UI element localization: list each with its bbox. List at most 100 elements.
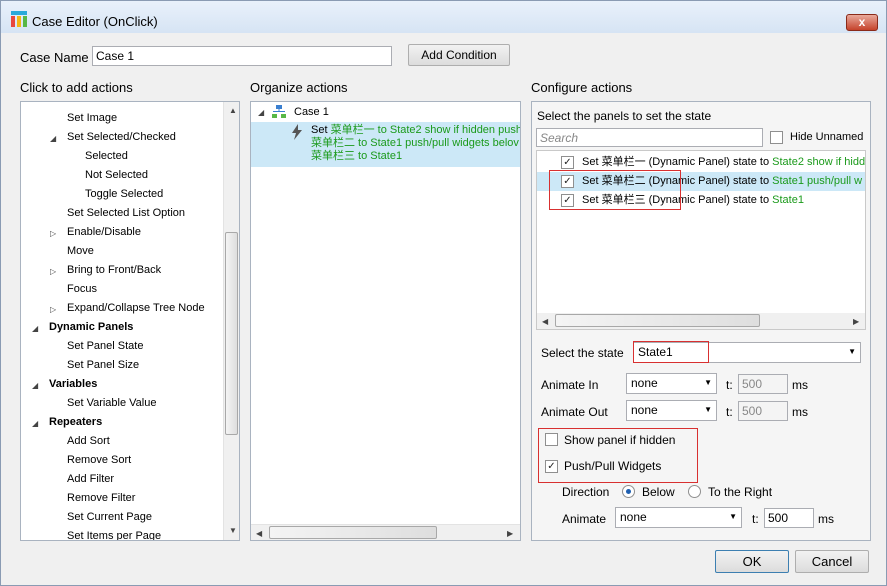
action-item[interactable]: Set Text <box>67 102 107 109</box>
configure-actions-panel: Select the panels to set the state Searc… <box>531 101 871 541</box>
action-item[interactable]: Selected <box>85 147 128 166</box>
action-item[interactable]: Set Image <box>67 109 117 128</box>
expand-triangle-icon[interactable]: ▷ <box>50 305 56 314</box>
scroll-left-icon[interactable]: ◀ <box>542 317 548 326</box>
animate-time[interactable]: 500 <box>764 508 814 528</box>
action-item[interactable]: Enable/Disable <box>67 223 141 242</box>
close-button[interactable]: x <box>846 14 878 31</box>
animate-value: none <box>620 510 647 524</box>
action-item[interactable]: Add Filter <box>67 470 114 489</box>
action-item[interactable]: Expand/Collapse Tree Node <box>67 299 205 318</box>
case-name-input[interactable]: Case 1 <box>92 46 392 66</box>
hide-unnamed-checkbox[interactable] <box>770 131 783 144</box>
collapse-triangle-icon[interactable]: ◢ <box>50 134 56 143</box>
action-tree-panel: Set TextSet Image◢Set Selected/CheckedSe… <box>20 101 240 541</box>
chevron-down-icon: ▼ <box>729 512 737 521</box>
case-node-label[interactable]: Case 1 <box>294 103 329 122</box>
scroll-thumb[interactable] <box>225 232 238 435</box>
organize-actions-panel: ◢ Case 1 Set 菜单栏一 to State2 show if hidd… <box>250 101 521 541</box>
case-name-label: Case Name <box>20 50 89 65</box>
search-input[interactable]: Search <box>536 128 763 147</box>
expand-triangle-icon[interactable]: ▷ <box>50 267 56 276</box>
t-label: t: <box>752 512 759 526</box>
direction-below-label: Below <box>642 485 675 499</box>
panel-checkbox[interactable]: ✓ <box>561 156 574 169</box>
animate-dropdown[interactable]: none ▼ <box>615 507 742 528</box>
highlight-box-panels <box>549 170 681 210</box>
t-label: t: <box>726 378 733 392</box>
action-item[interactable]: Set Panel State <box>67 337 143 356</box>
organize-hscrollbar[interactable]: ◀ ▶ <box>251 524 520 540</box>
action-item[interactable]: Focus <box>67 280 97 299</box>
animate-out-label: Animate Out <box>541 405 608 419</box>
animate-out-dropdown[interactable]: none ▼ <box>626 400 717 421</box>
direction-right-label: To the Right <box>708 485 773 499</box>
panel-set: Set <box>582 156 599 168</box>
cancel-button[interactable]: Cancel <box>795 550 869 573</box>
animate-in-label: Animate In <box>541 378 599 392</box>
scroll-up-icon[interactable]: ▲ <box>229 106 237 115</box>
action-item[interactable]: Bring to Front/Back <box>67 261 161 280</box>
highlight-box-state <box>633 341 709 363</box>
animate-in-value: none <box>631 376 658 390</box>
app-icon <box>11 11 27 27</box>
panel-state: State1 push/pull w <box>772 175 863 187</box>
panel-state: State2 show if hidd <box>772 156 866 168</box>
expand-triangle-icon[interactable]: ◢ <box>258 108 264 117</box>
expand-triangle-icon[interactable]: ▷ <box>50 229 56 238</box>
action-item[interactable]: Move <box>67 242 94 261</box>
action-item[interactable]: Repeaters <box>49 413 102 432</box>
chevron-down-icon: ▼ <box>704 378 712 387</box>
ms-label: ms <box>818 512 834 526</box>
hscroll-thumb[interactable] <box>555 314 760 327</box>
ok-button[interactable]: OK <box>715 550 789 573</box>
collapse-triangle-icon[interactable]: ◢ <box>32 381 38 390</box>
action-item[interactable]: Set Variable Value <box>67 394 156 413</box>
configure-actions-heading: Configure actions <box>531 80 633 95</box>
direction-right-radio[interactable] <box>688 485 701 498</box>
action-item[interactable]: Add Sort <box>67 432 110 451</box>
scroll-left-icon[interactable]: ◀ <box>256 529 262 538</box>
action-item[interactable]: Set Selected List Option <box>67 204 185 223</box>
lightning-icon <box>292 124 302 140</box>
selected-action-row[interactable]: Set 菜单栏一 to State2 show if hidden push 菜… <box>251 122 520 167</box>
animate-in-dropdown[interactable]: none ▼ <box>626 373 717 394</box>
action-item[interactable]: Variables <box>49 375 97 394</box>
title-bar: Case Editor (OnClick) x <box>1 1 886 33</box>
chevron-down-icon: ▼ <box>704 405 712 414</box>
scroll-down-icon[interactable]: ▼ <box>229 526 237 535</box>
hscroll-thumb[interactable] <box>269 526 437 539</box>
action-item[interactable]: Set Items per Page <box>67 527 161 540</box>
animate-out-value: none <box>631 403 658 417</box>
animate-out-time[interactable]: 500 <box>738 401 788 421</box>
action-item[interactable]: Set Selected/Checked <box>67 128 176 147</box>
action-item[interactable]: Set Current Page <box>67 508 152 527</box>
panels-hscrollbar[interactable]: ◀ ▶ <box>537 313 865 329</box>
select-state-label: Select the state <box>541 346 624 360</box>
action-tree-scrollbar[interactable]: ▲ ▼ <box>223 102 239 540</box>
collapse-triangle-icon[interactable]: ◢ <box>32 419 38 428</box>
ms-label: ms <box>792 405 808 419</box>
action-item[interactable]: Set Panel Size <box>67 356 139 375</box>
action-item[interactable]: Dynamic Panels <box>49 318 133 337</box>
action-tree: Set TextSet Image◢Set Selected/CheckedSe… <box>21 102 223 540</box>
action-item[interactable]: Remove Filter <box>67 489 135 508</box>
action-item[interactable]: Toggle Selected <box>85 185 163 204</box>
direction-label: Direction <box>562 485 610 499</box>
ms-label: ms <box>792 378 808 392</box>
action-item[interactable]: Remove Sort <box>67 451 131 470</box>
t-label: t: <box>726 405 733 419</box>
animate-in-time[interactable]: 500 <box>738 374 788 394</box>
action-line-1: 菜单栏一 to State2 show if hidden push <box>330 124 521 136</box>
direction-below-radio[interactable] <box>622 485 635 498</box>
action-item[interactable]: Not Selected <box>85 166 148 185</box>
add-condition-button[interactable]: Add Condition <box>408 44 510 66</box>
panel-name: 菜单栏一 <box>601 156 646 168</box>
scroll-right-icon[interactable]: ▶ <box>853 317 859 326</box>
collapse-triangle-icon[interactable]: ◢ <box>32 324 38 333</box>
scroll-right-icon[interactable]: ▶ <box>507 529 513 538</box>
panel-desc: (Dynamic Panel) state to <box>645 156 773 168</box>
window-title: Case Editor (OnClick) <box>32 14 158 29</box>
case-editor-dialog: Case Editor (OnClick) x Case Name Case 1… <box>0 0 887 586</box>
hide-unnamed-label: Hide Unnamed <box>790 131 864 143</box>
